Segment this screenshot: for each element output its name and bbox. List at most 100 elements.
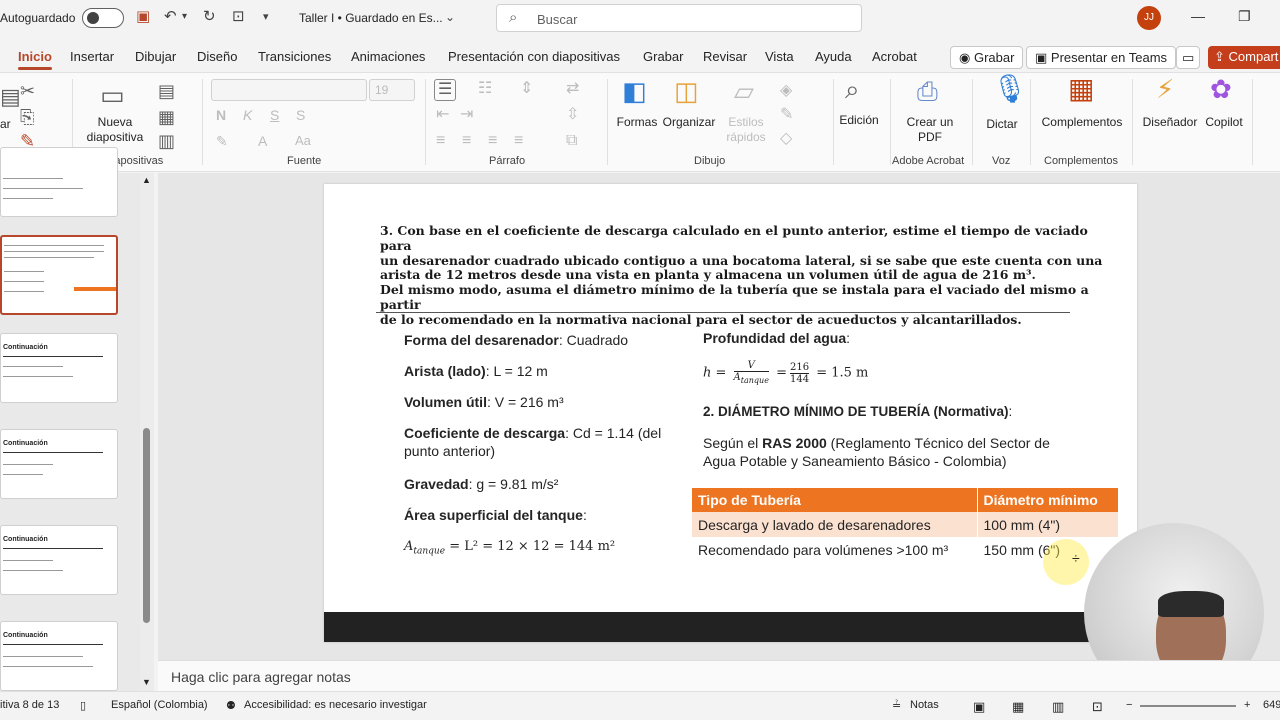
designer-icon[interactable]: ⚡ (1156, 76, 1174, 102)
shapes-button[interactable]: Formas (614, 115, 660, 130)
numbering-icon[interactable]: ☷ (478, 79, 492, 99)
create-pdf-button[interactable]: Crear un PDF (900, 115, 960, 145)
save-icon[interactable]: ▣ (136, 8, 150, 26)
quick-styles-button[interactable]: Estilos rápidos (720, 115, 772, 145)
slide[interactable]: 3. Con base en el coeficiente de descarg… (324, 184, 1137, 642)
font-family-combo[interactable] (211, 79, 367, 101)
section-icon[interactable]: ▥ (158, 131, 175, 151)
slide-thumbnail-9[interactable]: Continuación (0, 333, 118, 403)
bullets-icon[interactable]: ☰ (434, 79, 457, 101)
zoom-in-icon[interactable]: + (1244, 699, 1250, 711)
paste-icon[interactable]: ▤ (0, 86, 21, 108)
smartart-icon[interactable]: ⧉ (566, 131, 577, 151)
addins-button[interactable]: Complementos (1040, 115, 1124, 130)
align-center-icon[interactable]: ≡ (462, 131, 471, 151)
slide-thumbnail-7[interactable] (0, 147, 118, 217)
shape-fill-icon[interactable]: ◈ (780, 81, 792, 101)
underline-button[interactable]: S (270, 105, 279, 125)
zoom-slider[interactable] (1140, 705, 1236, 707)
normal-view-icon[interactable]: ▣ (973, 699, 985, 715)
editing-button[interactable]: Edición (836, 113, 882, 128)
new-slide-button[interactable]: Nueva diapositiva (78, 115, 152, 145)
copilot-icon[interactable]: ✿ (1210, 76, 1232, 102)
document-title[interactable]: Taller I • Guardado en Es... (299, 11, 443, 25)
redo-icon[interactable]: ↻ (203, 8, 216, 26)
microphone-icon[interactable]: 🎙 (992, 75, 1028, 103)
slide-sorter-icon[interactable]: ▦ (1012, 699, 1024, 715)
align-text-icon[interactable]: ⇳ (566, 105, 579, 125)
shadow-button[interactable]: S (296, 105, 305, 125)
thumbnails-scrollbar[interactable]: ▲ ▼ (140, 173, 154, 691)
quick-styles-icon[interactable]: ▱ (734, 78, 754, 104)
designer-button[interactable]: Diseñador (1140, 115, 1200, 130)
justify-icon[interactable]: ≡ (514, 131, 523, 151)
slide-thumbnail-12[interactable]: Continuación (0, 621, 118, 691)
notes-pane[interactable]: Haga clic para agregar notas (158, 660, 1280, 691)
language-indicator[interactable]: Español (Colombia) (111, 699, 208, 711)
undo-dropdown-icon[interactable]: ▾ (182, 8, 187, 26)
highlight-icon[interactable]: ✎ (216, 131, 228, 151)
copy-icon[interactable]: ⎘ (20, 107, 34, 127)
tab-animaciones[interactable]: Animaciones (351, 49, 425, 64)
autosave-toggle[interactable] (82, 8, 124, 28)
undo-icon[interactable]: ↶ (164, 8, 177, 26)
reset-icon[interactable]: ▦ (158, 107, 175, 127)
pdf-icon[interactable]: ⎙ (917, 78, 938, 104)
text-direction-icon[interactable]: ⇄ (566, 79, 579, 99)
new-slide-icon[interactable]: ▭ (100, 82, 125, 108)
chevron-down-icon[interactable]: ⌄ (445, 8, 455, 26)
addins-icon[interactable]: ▦ (1068, 75, 1094, 103)
notes-toggle[interactable]: Notas (910, 699, 939, 711)
change-case-button[interactable]: Aa (295, 131, 311, 151)
align-left-icon[interactable]: ≡ (436, 131, 445, 151)
tab-insertar[interactable]: Insertar (70, 49, 114, 64)
tab-diseno[interactable]: Diseño (197, 49, 237, 64)
scroll-down-icon[interactable]: ▼ (142, 677, 151, 687)
present-icon[interactable]: ⊡ (232, 8, 245, 26)
indent-icon[interactable]: ⇤ (436, 105, 449, 125)
notes-icon[interactable]: ≟ (892, 699, 901, 712)
slide-thumbnail-11[interactable]: Continuación (0, 525, 118, 595)
zoom-out-icon[interactable]: − (1126, 699, 1132, 711)
arrange-icon[interactable]: ◫ (674, 78, 699, 104)
avatar[interactable]: JJ (1137, 6, 1161, 30)
scrollbar-thumb[interactable] (143, 428, 150, 623)
line-spacing-icon[interactable]: ⇕ (520, 79, 533, 99)
slide-thumbnail-10[interactable]: Continuación (0, 429, 118, 499)
shape-outline-icon[interactable]: ✎ (780, 105, 793, 125)
outdent-icon[interactable]: ⇥ (460, 105, 473, 125)
font-size-combo[interactable]: 19 (369, 79, 415, 101)
search-editing-icon[interactable]: ⌕ (845, 76, 860, 102)
tab-acrobat[interactable]: Acrobat (872, 49, 917, 64)
present-in-teams-button[interactable]: ▣ Presentar en Teams (1026, 46, 1177, 69)
bold-button[interactable]: N (216, 105, 226, 125)
customize-toolbar-icon[interactable]: ▾ (263, 8, 269, 26)
align-right-icon[interactable]: ≡ (488, 131, 497, 151)
shape-effects-icon[interactable]: ◇ (780, 129, 792, 149)
slide-thumbnail-8[interactable] (0, 235, 118, 315)
tab-vista[interactable]: Vista (765, 49, 794, 64)
comments-button[interactable]: ▭ (1176, 46, 1200, 69)
tab-transiciones[interactable]: Transiciones (258, 49, 331, 64)
tab-presentacion[interactable]: Presentación con diapositivas (448, 49, 620, 64)
tab-ayuda[interactable]: Ayuda (815, 49, 852, 64)
accessibility-icon[interactable]: ⚉ (226, 699, 236, 712)
layout-icon[interactable]: ▤ (158, 81, 175, 101)
accessibility-status[interactable]: Accesibilidad: es necesario investigar (244, 699, 427, 711)
tab-inicio[interactable]: Inicio (18, 49, 52, 70)
arrange-button[interactable]: Organizar (660, 115, 718, 130)
slideshow-icon[interactable]: ⊡ (1092, 699, 1103, 715)
search-box[interactable]: ⌕ Buscar (496, 4, 862, 32)
minimize-icon[interactable]: — (1191, 8, 1205, 24)
tab-grabar[interactable]: Grabar (643, 49, 683, 64)
reading-view-icon[interactable]: ▥ (1052, 699, 1064, 715)
tab-dibujar[interactable]: Dibujar (135, 49, 176, 64)
book-icon[interactable]: ▯ (80, 699, 86, 712)
zoom-level[interactable]: 649 (1263, 699, 1280, 711)
record-button[interactable]: ◉ Grabar (950, 46, 1024, 69)
shapes-icon[interactable]: ◧ (622, 78, 647, 104)
font-color-icon[interactable]: A (258, 131, 267, 151)
italic-button[interactable]: K (243, 105, 252, 125)
scroll-up-icon[interactable]: ▲ (142, 175, 151, 185)
dictate-button[interactable]: Dictar (980, 117, 1024, 132)
